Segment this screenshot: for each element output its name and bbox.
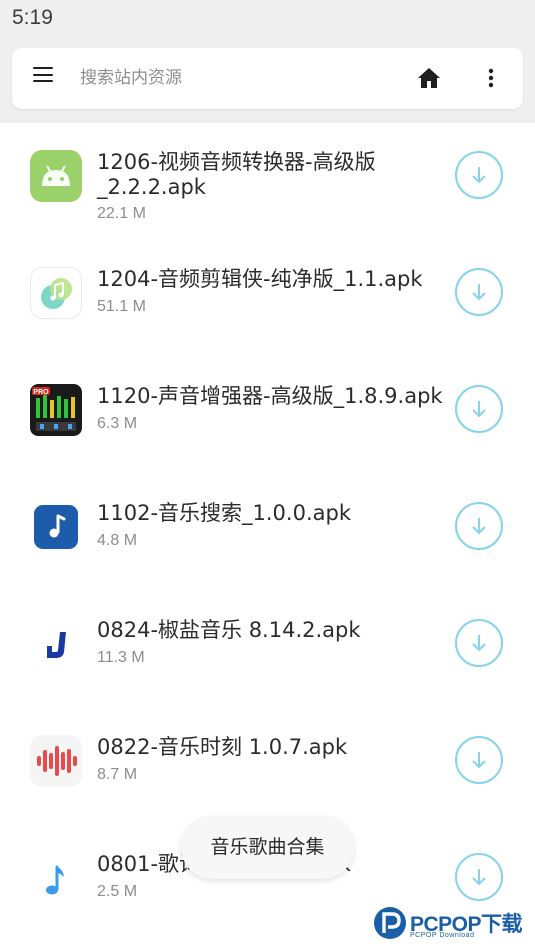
download-button[interactable]	[455, 151, 503, 199]
file-size: 6.3 M	[97, 415, 138, 432]
list-item[interactable]: 1206-视频音频转换器-高级版_2.2.2.apk 22.1 M	[0, 123, 535, 240]
list-item[interactable]: 0822-音乐时刻 1.0.7.apk 8.7 M	[0, 708, 535, 825]
watermark: PCPOP下载 PCPOP Download	[370, 902, 535, 948]
download-arrow-icon	[472, 752, 486, 769]
list-item[interactable]: PRO 1120-声音增强器-高级版_1.8.9.apk 6.3 M	[0, 357, 535, 474]
list-item[interactable]: 1102-音乐搜索_1.0.0.apk 4.8 M	[0, 474, 535, 591]
file-size: 11.3 M	[97, 649, 145, 666]
download-button[interactable]	[455, 502, 503, 550]
watermark-sub: PCPOP Download	[410, 932, 475, 939]
download-arrow-icon	[472, 518, 486, 535]
status-time: 5:19	[12, 6, 53, 29]
download-button[interactable]	[455, 853, 503, 901]
list-item[interactable]: 1204-音频剪辑侠-纯净版_1.1.apk 51.1 M	[0, 240, 535, 357]
menu-icon[interactable]	[33, 67, 53, 83]
file-size: 2.5 M	[97, 883, 138, 900]
download-arrow-icon	[472, 635, 486, 652]
android-icon	[30, 150, 82, 202]
collection-chip[interactable]: 音乐歌曲合集	[181, 816, 354, 879]
sound-wave-icon	[30, 735, 82, 787]
file-size: 22.1 M	[97, 205, 146, 222]
j-logo-icon	[30, 618, 82, 670]
home-icon[interactable]	[417, 67, 441, 89]
file-name: 1102-音乐搜索_1.0.0.apk	[97, 501, 351, 525]
search-input[interactable]	[80, 62, 390, 94]
music-note-square-icon	[30, 501, 82, 553]
download-arrow-icon	[472, 869, 486, 886]
pcpop-logo-icon	[374, 907, 406, 939]
more-vertical-icon[interactable]	[481, 68, 501, 88]
music-note-bubble-icon	[30, 267, 82, 319]
equalizer-pro-icon: PRO	[30, 384, 82, 436]
file-size: 8.7 M	[97, 766, 138, 783]
file-name: 1120-声音增强器-高级版_1.8.9.apk	[97, 384, 443, 408]
file-name: 0824-椒盐音乐 8.14.2.apk	[97, 618, 361, 642]
download-button[interactable]	[455, 385, 503, 433]
list-item[interactable]: 0824-椒盐音乐 8.14.2.apk 11.3 M	[0, 591, 535, 708]
file-name: 1204-音频剪辑侠-纯净版_1.1.apk	[97, 267, 423, 291]
download-button[interactable]	[455, 736, 503, 784]
download-arrow-icon	[472, 167, 486, 184]
svg-text:PRO: PRO	[33, 389, 49, 396]
music-note-icon	[30, 855, 82, 907]
file-name: 0822-音乐时刻 1.0.7.apk	[97, 735, 348, 759]
download-button[interactable]	[455, 268, 503, 316]
download-arrow-icon	[472, 284, 486, 301]
file-size: 4.8 M	[97, 532, 138, 549]
status-bar: 5:19	[0, 0, 535, 123]
search-bar	[12, 48, 523, 109]
file-name: 1206-视频音频转换器-高级版_2.2.2.apk	[97, 150, 376, 199]
download-button[interactable]	[455, 619, 503, 667]
file-size: 51.1 M	[97, 298, 146, 315]
download-arrow-icon	[472, 401, 486, 418]
